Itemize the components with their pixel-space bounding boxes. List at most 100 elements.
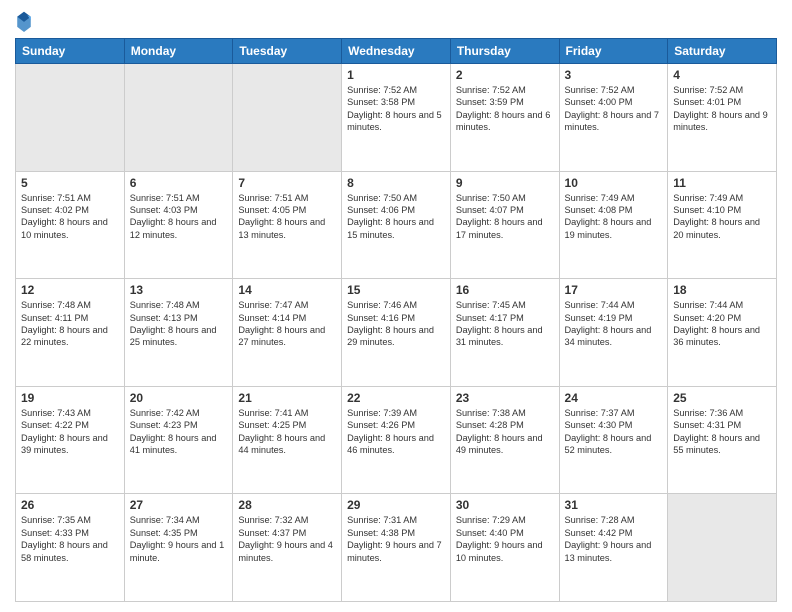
day-info: Sunrise: 7:52 AM Sunset: 4:00 PM Dayligh… <box>565 84 663 134</box>
day-number: 14 <box>238 283 336 297</box>
calendar-cell: 1 Sunrise: 7:52 AM Sunset: 3:58 PM Daylig… <box>342 64 451 172</box>
calendar-cell: 3 Sunrise: 7:52 AM Sunset: 4:00 PM Daylig… <box>559 64 668 172</box>
day-info: Sunrise: 7:45 AM Sunset: 4:17 PM Dayligh… <box>456 299 554 349</box>
day-info: Sunrise: 7:51 AM Sunset: 4:03 PM Dayligh… <box>130 192 228 242</box>
day-info: Sunrise: 7:49 AM Sunset: 4:10 PM Dayligh… <box>673 192 771 242</box>
calendar-cell: 6 Sunrise: 7:51 AM Sunset: 4:03 PM Daylig… <box>124 171 233 279</box>
calendar-cell: 28 Sunrise: 7:32 AM Sunset: 4:37 PM Dayli… <box>233 494 342 602</box>
calendar-cell: 2 Sunrise: 7:52 AM Sunset: 3:59 PM Daylig… <box>450 64 559 172</box>
calendar-header: SundayMondayTuesdayWednesdayThursdayFrid… <box>16 39 777 64</box>
header-tuesday: Tuesday <box>233 39 342 64</box>
calendar-cell: 8 Sunrise: 7:50 AM Sunset: 4:06 PM Daylig… <box>342 171 451 279</box>
day-info: Sunrise: 7:51 AM Sunset: 4:02 PM Dayligh… <box>21 192 119 242</box>
logo-icon <box>15 10 33 32</box>
day-number: 13 <box>130 283 228 297</box>
calendar-cell: 29 Sunrise: 7:31 AM Sunset: 4:38 PM Dayli… <box>342 494 451 602</box>
day-info: Sunrise: 7:32 AM Sunset: 4:37 PM Dayligh… <box>238 514 336 564</box>
header-wednesday: Wednesday <box>342 39 451 64</box>
day-info: Sunrise: 7:47 AM Sunset: 4:14 PM Dayligh… <box>238 299 336 349</box>
day-number: 9 <box>456 176 554 190</box>
day-info: Sunrise: 7:36 AM Sunset: 4:31 PM Dayligh… <box>673 407 771 457</box>
day-info: Sunrise: 7:42 AM Sunset: 4:23 PM Dayligh… <box>130 407 228 457</box>
calendar-cell: 31 Sunrise: 7:28 AM Sunset: 4:42 PM Dayli… <box>559 494 668 602</box>
day-info: Sunrise: 7:48 AM Sunset: 4:13 PM Dayligh… <box>130 299 228 349</box>
day-number: 15 <box>347 283 445 297</box>
day-info: Sunrise: 7:38 AM Sunset: 4:28 PM Dayligh… <box>456 407 554 457</box>
day-info: Sunrise: 7:50 AM Sunset: 4:07 PM Dayligh… <box>456 192 554 242</box>
day-number: 11 <box>673 176 771 190</box>
week-row-4: 26 Sunrise: 7:35 AM Sunset: 4:33 PM Dayli… <box>16 494 777 602</box>
calendar-cell: 13 Sunrise: 7:48 AM Sunset: 4:13 PM Dayli… <box>124 279 233 387</box>
day-number: 2 <box>456 68 554 82</box>
calendar-cell: 26 Sunrise: 7:35 AM Sunset: 4:33 PM Dayli… <box>16 494 125 602</box>
day-number: 25 <box>673 391 771 405</box>
calendar-cell <box>16 64 125 172</box>
day-info: Sunrise: 7:28 AM Sunset: 4:42 PM Dayligh… <box>565 514 663 564</box>
day-info: Sunrise: 7:44 AM Sunset: 4:20 PM Dayligh… <box>673 299 771 349</box>
day-number: 16 <box>456 283 554 297</box>
day-info: Sunrise: 7:52 AM Sunset: 3:59 PM Dayligh… <box>456 84 554 134</box>
day-number: 28 <box>238 498 336 512</box>
header-row: SundayMondayTuesdayWednesdayThursdayFrid… <box>16 39 777 64</box>
calendar-cell: 21Sunrise: 7:41 AM Sunset: 4:25 PM Dayli… <box>233 386 342 494</box>
day-number: 24 <box>565 391 663 405</box>
day-number: 1 <box>347 68 445 82</box>
calendar-cell <box>124 64 233 172</box>
day-info: Sunrise: 7:31 AM Sunset: 4:38 PM Dayligh… <box>347 514 445 564</box>
calendar-cell: 4 Sunrise: 7:52 AM Sunset: 4:01 PM Daylig… <box>668 64 777 172</box>
calendar-cell: 27 Sunrise: 7:34 AM Sunset: 4:35 PM Dayli… <box>124 494 233 602</box>
calendar-cell: 15 Sunrise: 7:46 AM Sunset: 4:16 PM Dayli… <box>342 279 451 387</box>
day-info: Sunrise: 7:37 AM Sunset: 4:30 PM Dayligh… <box>565 407 663 457</box>
day-number: 19 <box>21 391 119 405</box>
day-number: 6 <box>130 176 228 190</box>
calendar-cell: 5Sunrise: 7:51 AM Sunset: 4:02 PM Daylig… <box>16 171 125 279</box>
day-info: Sunrise: 7:29 AM Sunset: 4:40 PM Dayligh… <box>456 514 554 564</box>
day-number: 31 <box>565 498 663 512</box>
day-number: 21 <box>238 391 336 405</box>
calendar-cell <box>668 494 777 602</box>
day-number: 22 <box>347 391 445 405</box>
calendar-cell: 22Sunrise: 7:39 AM Sunset: 4:26 PM Dayli… <box>342 386 451 494</box>
calendar-cell: 12Sunrise: 7:48 AM Sunset: 4:11 PM Dayli… <box>16 279 125 387</box>
calendar-cell: 23 Sunrise: 7:38 AM Sunset: 4:28 PM Dayli… <box>450 386 559 494</box>
day-number: 23 <box>456 391 554 405</box>
calendar-cell <box>233 64 342 172</box>
day-number: 8 <box>347 176 445 190</box>
day-number: 4 <box>673 68 771 82</box>
day-info: Sunrise: 7:48 AM Sunset: 4:11 PM Dayligh… <box>21 299 119 349</box>
header-sunday: Sunday <box>16 39 125 64</box>
day-number: 29 <box>347 498 445 512</box>
calendar-cell: 17 Sunrise: 7:44 AM Sunset: 4:19 PM Dayli… <box>559 279 668 387</box>
day-info: Sunrise: 7:35 AM Sunset: 4:33 PM Dayligh… <box>21 514 119 564</box>
header-friday: Friday <box>559 39 668 64</box>
day-number: 17 <box>565 283 663 297</box>
day-info: Sunrise: 7:50 AM Sunset: 4:06 PM Dayligh… <box>347 192 445 242</box>
header <box>15 10 777 32</box>
calendar-cell: 7 Sunrise: 7:51 AM Sunset: 4:05 PM Daylig… <box>233 171 342 279</box>
calendar-cell: 10Sunrise: 7:49 AM Sunset: 4:08 PM Dayli… <box>559 171 668 279</box>
day-number: 30 <box>456 498 554 512</box>
week-row-0: 1 Sunrise: 7:52 AM Sunset: 3:58 PM Daylig… <box>16 64 777 172</box>
day-info: Sunrise: 7:34 AM Sunset: 4:35 PM Dayligh… <box>130 514 228 564</box>
calendar-cell: 11 Sunrise: 7:49 AM Sunset: 4:10 PM Dayli… <box>668 171 777 279</box>
day-info: Sunrise: 7:46 AM Sunset: 4:16 PM Dayligh… <box>347 299 445 349</box>
calendar-table: SundayMondayTuesdayWednesdayThursdayFrid… <box>15 38 777 602</box>
calendar-body: 1 Sunrise: 7:52 AM Sunset: 3:58 PM Daylig… <box>16 64 777 602</box>
day-info: Sunrise: 7:51 AM Sunset: 4:05 PM Dayligh… <box>238 192 336 242</box>
page: SundayMondayTuesdayWednesdayThursdayFrid… <box>0 0 792 612</box>
day-info: Sunrise: 7:52 AM Sunset: 4:01 PM Dayligh… <box>673 84 771 134</box>
day-number: 18 <box>673 283 771 297</box>
calendar-cell: 24 Sunrise: 7:37 AM Sunset: 4:30 PM Dayli… <box>559 386 668 494</box>
week-row-2: 12Sunrise: 7:48 AM Sunset: 4:11 PM Dayli… <box>16 279 777 387</box>
day-info: Sunrise: 7:52 AM Sunset: 3:58 PM Dayligh… <box>347 84 445 134</box>
day-info: Sunrise: 7:44 AM Sunset: 4:19 PM Dayligh… <box>565 299 663 349</box>
day-number: 26 <box>21 498 119 512</box>
day-number: 7 <box>238 176 336 190</box>
day-number: 3 <box>565 68 663 82</box>
day-number: 27 <box>130 498 228 512</box>
calendar-cell: 25 Sunrise: 7:36 AM Sunset: 4:31 PM Dayli… <box>668 386 777 494</box>
header-saturday: Saturday <box>668 39 777 64</box>
logo <box>15 10 37 32</box>
calendar-cell: 18 Sunrise: 7:44 AM Sunset: 4:20 PM Dayli… <box>668 279 777 387</box>
day-number: 20 <box>130 391 228 405</box>
